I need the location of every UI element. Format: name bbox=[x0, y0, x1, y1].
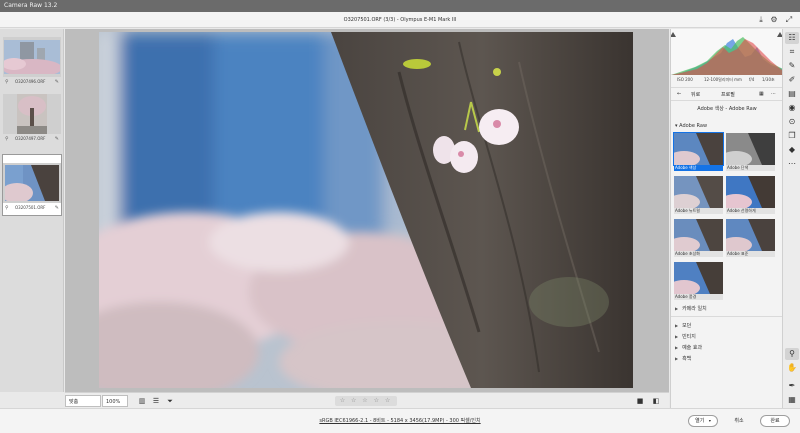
profile-preview bbox=[720, 176, 775, 210]
profile-nav: ← 뒤로 프로필 ▦ ⋯ bbox=[671, 87, 783, 101]
graduated-filter-icon[interactable]: ▤ bbox=[785, 88, 799, 100]
edit-badge-icon: ✎ bbox=[54, 205, 59, 211]
profile-label: Adobe 초상화 bbox=[674, 251, 723, 257]
star-rating[interactable]: ☆ ☆ ☆ ☆ ☆ bbox=[335, 396, 397, 406]
tool-column: ☷ ⌗ ✎ ✐ ▤ ◉ ⊙ ❐ ◆ ⋯ ⚲ ✋ ✒ ▦ bbox=[782, 29, 800, 408]
group-label: Adobe Raw bbox=[679, 123, 708, 129]
profile-adobe-standard[interactable]: Adobe 표준 bbox=[720, 219, 775, 257]
panel-title: 프로필 bbox=[721, 92, 735, 98]
before-after-icon[interactable]: ■ bbox=[635, 396, 645, 406]
filmstrip-item-name: O3207501.ORF bbox=[15, 205, 46, 210]
canvas-toolbar: 맞춤(24.7%) 100% ▥ ☰ ⏷ ☆ ☆ ☆ ☆ ☆ ■ ◧ bbox=[65, 392, 669, 417]
radial-filter-icon[interactable]: ◉ bbox=[785, 102, 799, 114]
edit-badge-icon: ✎ bbox=[54, 136, 59, 142]
profile-group-title: Adobe 색상 - Adobe Raw bbox=[697, 106, 757, 112]
profile-preview bbox=[668, 262, 723, 296]
grid-view-icon[interactable]: ▦ bbox=[759, 91, 764, 97]
red-eye-icon[interactable]: ⊙ bbox=[785, 116, 799, 128]
edit-sliders-icon[interactable]: ☷ bbox=[785, 32, 799, 44]
filter-funnel-icon[interactable]: ⏷ bbox=[165, 396, 175, 406]
profile-preview bbox=[668, 176, 723, 210]
profile-label: Adobe 뉴트럴 bbox=[674, 208, 723, 214]
hand-tool-icon[interactable]: ✋ bbox=[785, 362, 799, 374]
more-options-icon[interactable]: ⋯ bbox=[771, 91, 776, 97]
profile-adobe-landscape[interactable]: Adobe 풍경 bbox=[668, 262, 723, 300]
image-canvas[interactable] bbox=[65, 29, 669, 392]
presets-icon[interactable]: ◆ bbox=[785, 144, 799, 156]
adobe-raw-group-toggle[interactable]: ▾ Adobe Raw bbox=[675, 123, 707, 129]
profile-adobe-color[interactable]: Adobe 색상 bbox=[668, 132, 724, 171]
profile-preview bbox=[720, 219, 775, 253]
more-tools-icon[interactable]: ⋯ bbox=[785, 158, 799, 170]
section-vintage[interactable]: 빈티지 bbox=[675, 333, 696, 340]
thumbnail-image bbox=[3, 163, 61, 203]
lens-value: 12-100밀리미터 mm bbox=[704, 77, 742, 82]
done-button[interactable]: 완료 bbox=[760, 415, 790, 427]
profile-adobe-monochrome[interactable]: Adobe 단색 bbox=[720, 133, 775, 171]
back-button[interactable]: 뒤로 bbox=[691, 91, 700, 98]
gear-icon[interactable]: ⚙ bbox=[769, 15, 779, 25]
open-button[interactable]: 열기 ▾ bbox=[688, 415, 718, 427]
iso-value: ISO 200 bbox=[677, 77, 693, 82]
save-icon[interactable]: ⤓ bbox=[756, 15, 766, 25]
filmstrip-item[interactable]: ⚲ O3207496.ORF ✎ bbox=[3, 37, 61, 87]
edit-panel: ISO 200 12-100밀리미터 mm f/4 1/30초 ← 뒤로 프로필… bbox=[668, 29, 783, 408]
profile-preview bbox=[720, 133, 775, 167]
section-artistic[interactable]: 예술 효과 bbox=[675, 344, 702, 351]
filmstrip-item[interactable]: ⚲ O3207497.ORF ✎ bbox=[3, 94, 61, 144]
sort-icon[interactable]: ☰ bbox=[151, 396, 161, 406]
shutter-value: 1/30초 bbox=[762, 77, 775, 82]
snapshots-icon[interactable]: ❐ bbox=[785, 130, 799, 142]
filmstrip-item-name: O3207496.ORF bbox=[15, 79, 46, 84]
profile-adobe-vivid[interactable]: Adobe 선명하게 bbox=[720, 176, 775, 214]
zoom-fit-select[interactable]: 맞춤(24.7%) bbox=[65, 395, 101, 417]
filmstrip-item-name: O3207497.ORF bbox=[15, 136, 46, 141]
profile-label: Adobe 단색 bbox=[726, 165, 775, 171]
profile-adobe-neutral[interactable]: Adobe 뉴트럴 bbox=[668, 176, 723, 214]
window-title: Camera Raw 13.2 bbox=[0, 0, 800, 12]
grid-overlay-icon[interactable]: ▦ bbox=[785, 394, 799, 406]
zoom-percent-select[interactable]: 100% bbox=[102, 395, 128, 407]
crop-icon[interactable]: ⌗ bbox=[785, 46, 799, 58]
split-view-icon[interactable]: ◧ bbox=[651, 396, 661, 406]
camera-raw-window: Camera Raw 13.2 O3207501.ORF (3/3) - Oly… bbox=[0, 0, 800, 433]
profile-adobe-portrait[interactable]: Adobe 초상화 bbox=[668, 219, 723, 257]
cancel-button[interactable]: 취소 bbox=[727, 415, 751, 427]
thumbnail-image bbox=[3, 37, 61, 77]
filter-icon: ⚲ bbox=[5, 79, 9, 85]
zoom-tool-icon[interactable]: ⚲ bbox=[785, 348, 799, 360]
camera-info: ISO 200 12-100밀리미터 mm f/4 1/30초 bbox=[671, 75, 783, 85]
section-modern[interactable]: 모던 bbox=[675, 322, 691, 329]
profile-preview bbox=[668, 132, 724, 167]
filmstrip-item-selected[interactable]: ⚲ O3207501.ORF ✎ bbox=[2, 154, 62, 216]
header-bar: O3207501.ORF (3/3) - Olympus E-M1 Mark I… bbox=[0, 12, 800, 28]
open-button-label: 열기 bbox=[695, 418, 705, 424]
healing-brush-icon[interactable]: ✎ bbox=[785, 60, 799, 72]
profile-label: Adobe 풍경 bbox=[674, 294, 723, 300]
filter-icon: ⚲ bbox=[5, 136, 9, 142]
fullscreen-icon[interactable]: ⤢ bbox=[784, 15, 794, 25]
profile-preview bbox=[668, 219, 723, 253]
workflow-options-link[interactable]: sRGB IEC61966-2.1 - 8비트 - 5184 x 3456(17… bbox=[0, 417, 800, 424]
thumbnail-image bbox=[3, 94, 61, 134]
section-camera-matching[interactable]: 카메라 일치 bbox=[675, 305, 707, 312]
aperture-value: f/4 bbox=[749, 77, 755, 82]
preview-photo bbox=[99, 32, 633, 388]
filter-icon: ⚲ bbox=[5, 205, 9, 211]
profile-label: Adobe 색상 bbox=[674, 165, 723, 171]
adjustment-brush-icon[interactable]: ✐ bbox=[785, 74, 799, 86]
profile-label: Adobe 표준 bbox=[726, 251, 775, 257]
section-bw[interactable]: 흑백 bbox=[675, 355, 691, 362]
back-arrow-icon[interactable]: ← bbox=[677, 91, 681, 97]
status-bar: sRGB IEC61966-2.1 - 8비트 - 5184 x 3456(17… bbox=[0, 408, 800, 433]
edit-badge-icon: ✎ bbox=[54, 79, 59, 85]
chevron-down-icon[interactable]: ▾ bbox=[709, 418, 711, 423]
profile-label: Adobe 선명하게 bbox=[726, 208, 775, 214]
document-title: O3207501.ORF (3/3) - Olympus E-M1 Mark I… bbox=[343, 17, 457, 23]
histogram bbox=[670, 29, 783, 75]
sampler-tool-icon[interactable]: ✒ bbox=[785, 380, 799, 392]
filmstrip-toggle-icon[interactable]: ▥ bbox=[137, 396, 147, 406]
divider bbox=[671, 316, 783, 317]
filmstrip: ⚲ O3207496.ORF ✎ ⚲ O3207497.ORF ✎ ⚲ O320… bbox=[0, 29, 64, 392]
